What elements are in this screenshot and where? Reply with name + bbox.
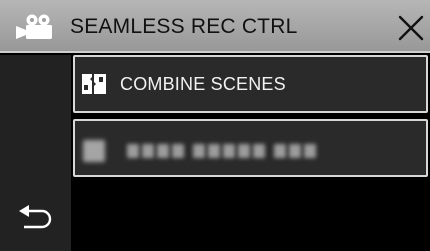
menu-list: COMBINE SCENES	[71, 55, 430, 251]
side-panel	[0, 55, 71, 251]
combine-scenes-button[interactable]: COMBINE SCENES	[73, 55, 428, 113]
close-icon[interactable]	[395, 12, 427, 44]
title-bar: SEAMLESS REC CTRL	[0, 0, 430, 53]
blurred-label	[127, 144, 319, 158]
obscured-menu-item[interactable]	[73, 119, 428, 177]
blurred-icon	[83, 140, 105, 162]
camcorder-icon	[16, 14, 52, 39]
back-arrow-icon[interactable]	[16, 203, 56, 233]
combine-scenes-icon	[82, 74, 106, 94]
combine-scenes-label: COMBINE SCENES	[120, 74, 286, 94]
page-title: SEAMLESS REC CTRL	[70, 15, 298, 38]
